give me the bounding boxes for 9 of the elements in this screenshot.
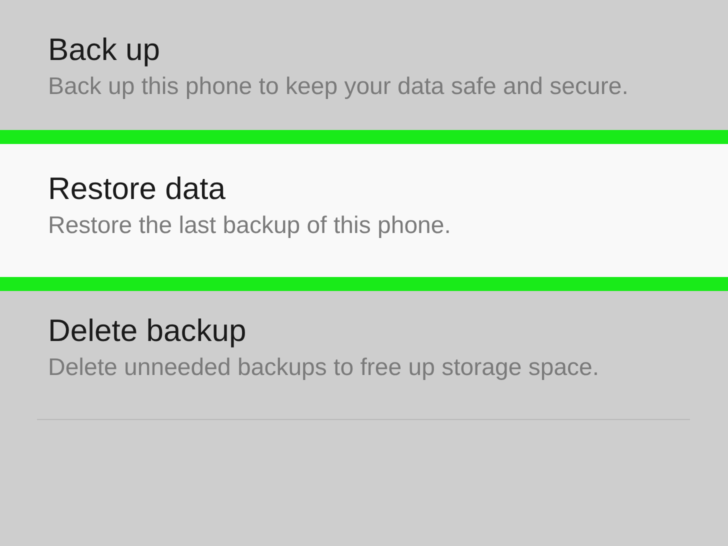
menu-item[interactable]: Back up Back up this phone to keep your data safe and secure. (0, 10, 728, 121)
item-description: Delete unneeded backups to free up storage space. (48, 353, 600, 383)
item-title: Delete backup (48, 312, 248, 350)
menu-item[interactable]: Delete backup Delete unneeded backups to free up storage space. (0, 291, 728, 402)
highlighted-menu-item[interactable]: Restore data Restore the last backup of this phone. (0, 130, 728, 291)
item-description: Restore the last backup of this phone. (48, 211, 452, 241)
item-description: Back up this phone to keep your data safe and secure. (48, 72, 630, 102)
item-title: Back up (48, 31, 162, 69)
item-title: Restore data (48, 170, 226, 208)
